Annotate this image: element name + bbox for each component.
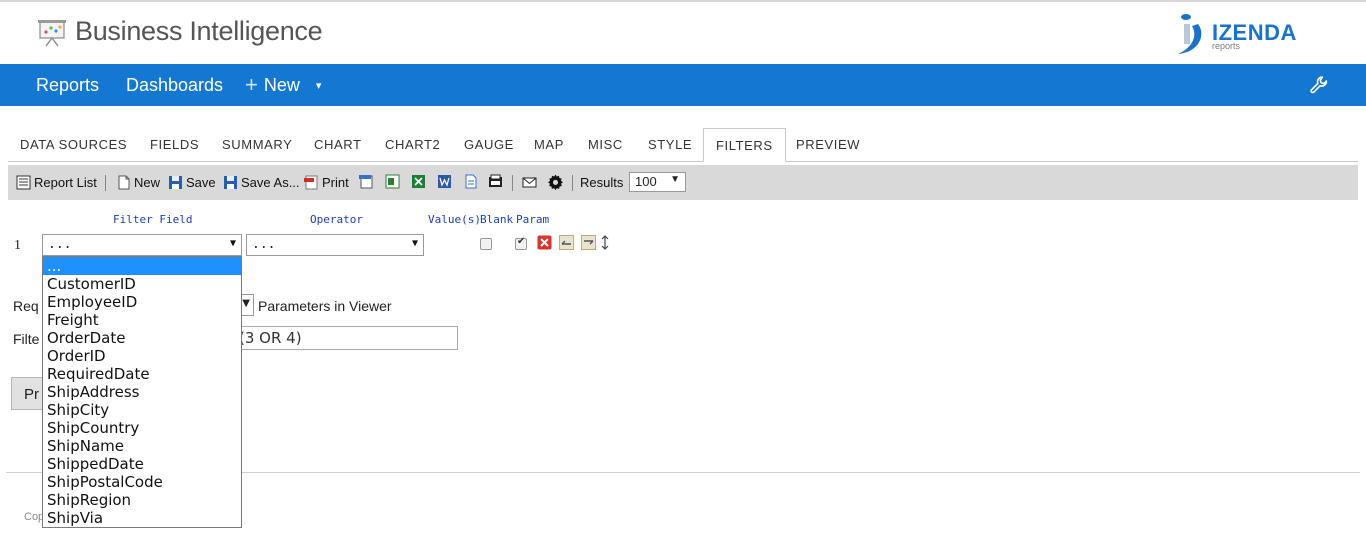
izenda-swirl-icon [1178,14,1202,54]
plus-icon: + [245,71,258,97]
nav-new-menu[interactable]: + New ▾ [245,71,322,97]
dropdown-option[interactable]: RequiredDate [43,365,241,383]
new-report-button[interactable]: New [116,175,160,190]
dropdown-option[interactable]: OrderID [43,347,241,365]
wrench-icon[interactable] [1309,75,1329,95]
filter-row-number: 1 [14,238,21,253]
print-label: Print [322,175,349,190]
dropdown-option[interactable]: CustomerID [43,275,241,293]
results-label: Results [580,175,624,190]
results-count-select[interactable]: 100 ▼ [629,172,686,192]
email-icon[interactable] [522,175,537,190]
tab-chart[interactable]: CHART [314,137,362,152]
nav-dashboards[interactable]: Dashboards [126,75,223,96]
delete-filter-icon[interactable] [537,235,552,250]
tab-fields[interactable]: FIELDS [150,137,199,152]
tab-chart2[interactable]: CHART2 [385,137,440,152]
save-as-button[interactable]: Save As... [223,175,300,190]
tab-map[interactable]: MAP [534,137,564,152]
save-disk-icon [169,176,182,189]
filter-field-select[interactable]: ... ▼ [42,234,242,256]
print-button[interactable]: Print [304,175,349,190]
tab-style[interactable]: STYLE [648,137,692,152]
results-count-value: 100 [635,174,657,189]
save-button[interactable]: Save [168,175,216,190]
dropdown-option[interactable]: OrderDate [43,329,241,347]
dropdown-option[interactable]: ShipRegion [43,491,241,509]
values-header: Value(s) [428,213,481,226]
dropdown-arrow-icon: ▼ [411,238,418,249]
nav-reports[interactable]: Reports [36,75,99,96]
tab-misc[interactable]: MISC [588,137,623,152]
presentation-chart-icon [38,20,66,47]
word-export-icon[interactable] [437,174,452,189]
excel-export-icon[interactable] [411,174,426,189]
app-header: Business Intelligence IZENDA reports [0,2,1366,64]
operator-value: ... [252,237,276,252]
report-list-label: Report List [34,175,97,190]
dropdown-option[interactable]: ... [43,257,241,275]
require-label: Req [13,298,39,314]
dropdown-option[interactable]: ShippedDate [43,455,241,473]
param-header: Param [516,213,550,226]
tab-filters[interactable]: FILTERS [703,128,786,162]
parameters-in-viewer-label: Parameters in Viewer [258,298,392,314]
tab-summary[interactable]: SUMMARY [222,137,292,152]
csv-export-icon[interactable] [385,174,400,189]
blank-header: Blank [480,213,514,226]
toolbar-separator [572,175,573,191]
logo-subtext: reports [1212,41,1241,51]
izenda-logo[interactable]: IZENDA reports [1174,12,1339,56]
toolbar-separator [105,175,106,191]
tab-preview[interactable]: PREVIEW [796,137,860,152]
save-as-label: Save As... [241,175,300,190]
report-list-button[interactable]: Report List [16,175,97,190]
drag-handle-icon[interactable] [600,235,610,250]
pdf-print-icon [304,175,318,190]
dropdown-arrow-icon: ▼ [242,298,250,309]
operator-header: Operator [310,213,363,226]
filter-field-header: Filter Field [113,213,193,226]
app-title: Business Intelligence [75,16,323,46]
html-export-icon[interactable] [359,174,374,189]
gear-icon[interactable] [547,174,564,191]
document-export-icon[interactable] [463,174,478,189]
move-down-icon[interactable] [581,235,596,250]
save-label: Save [186,175,216,190]
list-icon [16,175,31,190]
dropdown-option[interactable]: ShipAddress [43,383,241,401]
dropdown-arrow-icon: ▼ [670,174,680,185]
main-navbar: Reports Dashboards + New ▾ [0,64,1366,106]
dropdown-arrow-icon: ▼ [229,238,236,249]
dropdown-option[interactable]: ShipVia [43,509,241,527]
dropdown-option[interactable]: Freight [43,311,241,329]
toolbar-separator [512,175,513,191]
nav-new-label: New [263,75,300,95]
dropdown-option[interactable]: EmployeeID [43,293,241,311]
tab-gauge[interactable]: GAUGE [464,137,514,152]
report-toolbar: Report List New Save Save As... Print Re… [8,165,1358,200]
chevron-down-icon: ▾ [315,80,322,92]
param-checkbox[interactable] [515,236,527,250]
dropdown-option[interactable]: ShipName [43,437,241,455]
dropdown-option[interactable]: ShipPostalCode [43,473,241,491]
filter-field-value: ... [48,237,72,252]
rtf-export-icon[interactable] [488,174,503,189]
dropdown-option[interactable]: ShipCountry [43,419,241,437]
operator-select[interactable]: ... ▼ [246,234,424,256]
filter-field-dropdown-list[interactable]: ... CustomerID EmployeeID Freight OrderD… [42,256,242,528]
dropdown-option[interactable]: ShipCity [43,401,241,419]
tab-data-sources[interactable]: DATA SOURCES [20,137,127,152]
blank-checkbox[interactable] [480,238,492,250]
new-document-icon [118,175,130,190]
save-as-disk-icon [224,176,237,189]
report-tabs: DATA SOURCES FIELDS SUMMARY CHART CHART2… [8,128,1358,162]
move-up-icon[interactable] [559,235,574,250]
new-label: New [134,175,161,190]
filter-logic-label: Filte [13,331,40,347]
